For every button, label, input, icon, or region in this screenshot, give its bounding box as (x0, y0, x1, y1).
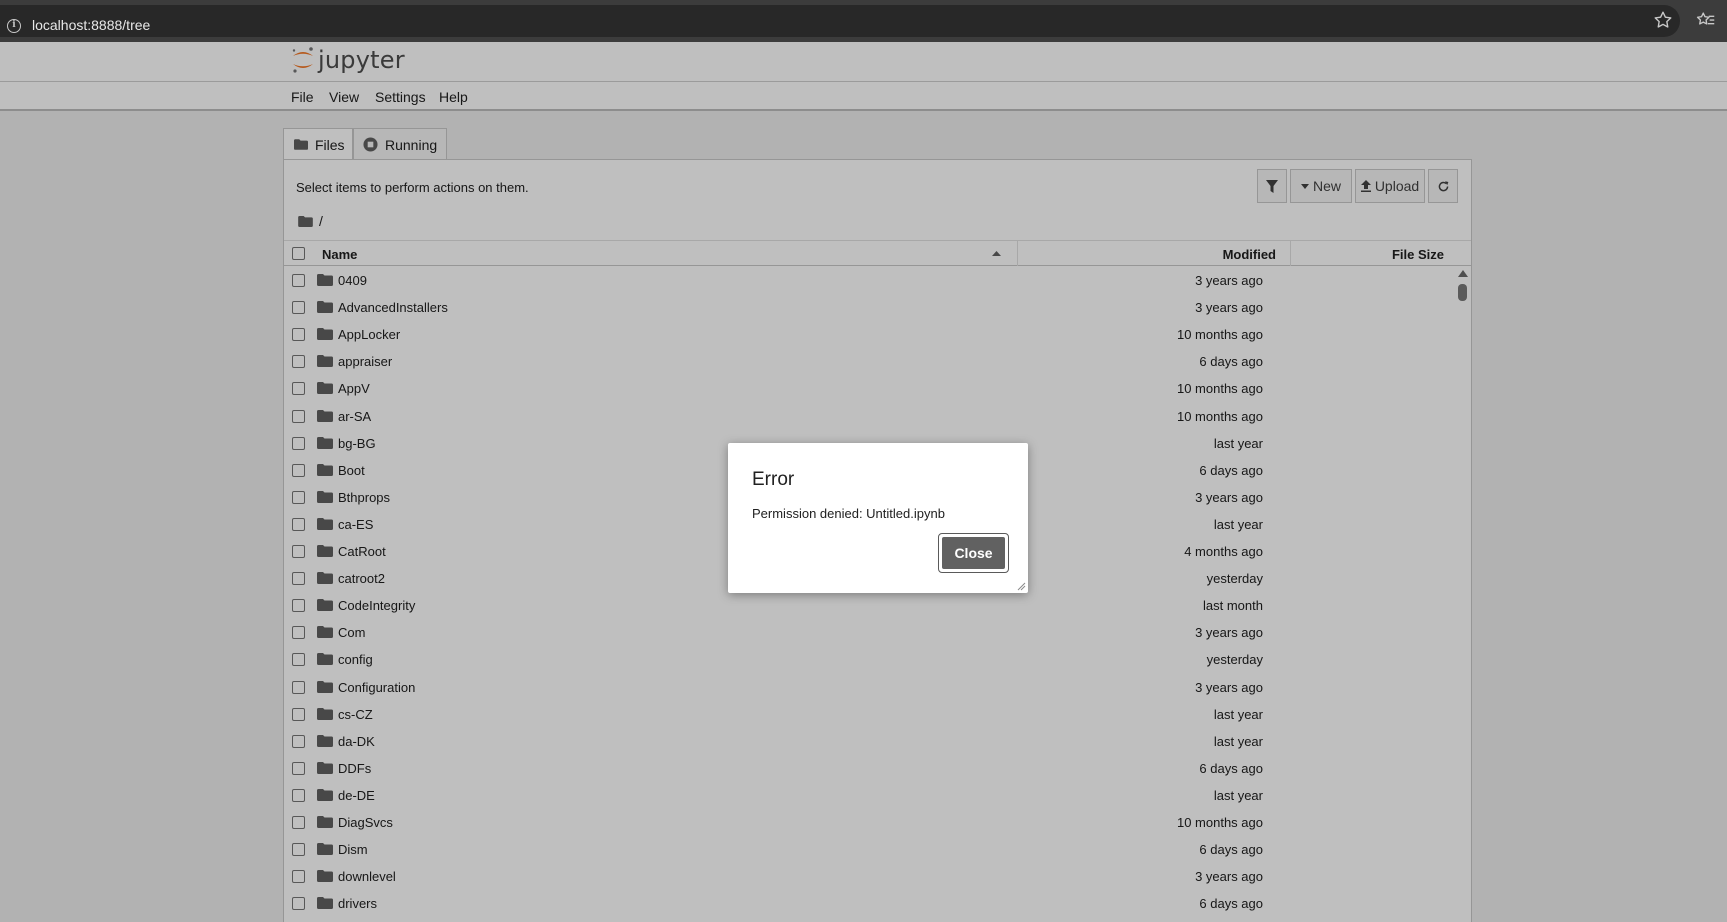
resize-grip-icon[interactable] (1017, 582, 1026, 591)
reading-list-icon[interactable] (1695, 9, 1717, 31)
close-button-focus-ring: Close (938, 533, 1009, 573)
dialog-title: Error (752, 469, 795, 490)
address-bar[interactable]: i localhost:8888/tree (0, 5, 1680, 37)
url-text[interactable]: localhost:8888/tree (32, 17, 150, 33)
close-button[interactable]: Close (942, 537, 1005, 569)
bookmark-star-icon[interactable] (1652, 9, 1674, 31)
dialog-message: Permission denied: Untitled.ipynb (752, 506, 945, 521)
error-dialog: Error Permission denied: Untitled.ipynb … (728, 443, 1028, 593)
site-info-icon[interactable]: i (7, 19, 21, 33)
browser-toolbar: i localhost:8888/tree (0, 0, 1727, 42)
